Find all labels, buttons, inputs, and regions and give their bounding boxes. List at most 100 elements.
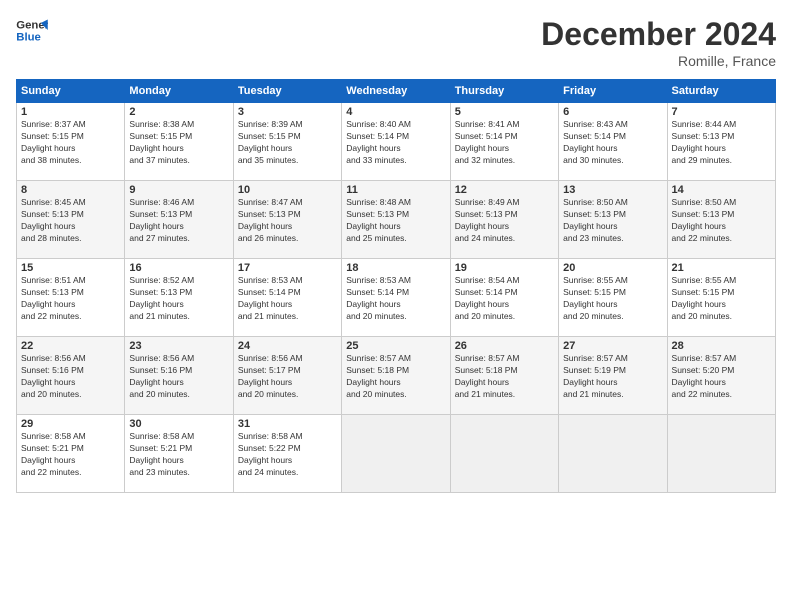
cell-info: Sunrise: 8:58 AMSunset: 5:22 PMDaylight … [238, 431, 337, 479]
day-number: 2 [129, 106, 228, 118]
calendar-cell: 24Sunrise: 8:56 AMSunset: 5:17 PMDayligh… [233, 337, 341, 415]
day-number: 27 [563, 340, 662, 352]
cell-info: Sunrise: 8:37 AMSunset: 5:15 PMDaylight … [21, 119, 120, 167]
day-number: 22 [21, 340, 120, 352]
cell-info: Sunrise: 8:39 AMSunset: 5:15 PMDaylight … [238, 119, 337, 167]
day-number: 26 [455, 340, 554, 352]
calendar-cell [342, 415, 450, 493]
calendar-cell: 18Sunrise: 8:53 AMSunset: 5:14 PMDayligh… [342, 259, 450, 337]
day-number: 25 [346, 340, 445, 352]
day-number: 29 [21, 418, 120, 430]
header-row: SundayMondayTuesdayWednesdayThursdayFrid… [17, 80, 776, 103]
calendar-cell: 19Sunrise: 8:54 AMSunset: 5:14 PMDayligh… [450, 259, 558, 337]
day-number: 17 [238, 262, 337, 274]
day-number: 28 [672, 340, 771, 352]
day-number: 5 [455, 106, 554, 118]
title-block: December 2024 Romille, France [541, 16, 776, 69]
calendar-row: 15Sunrise: 8:51 AMSunset: 5:13 PMDayligh… [17, 259, 776, 337]
calendar-cell: 8Sunrise: 8:45 AMSunset: 5:13 PMDaylight… [17, 181, 125, 259]
logo: General Blue [16, 16, 48, 44]
cell-info: Sunrise: 8:40 AMSunset: 5:14 PMDaylight … [346, 119, 445, 167]
month-title: December 2024 [541, 16, 776, 53]
calendar-row: 8Sunrise: 8:45 AMSunset: 5:13 PMDaylight… [17, 181, 776, 259]
calendar-cell: 14Sunrise: 8:50 AMSunset: 5:13 PMDayligh… [667, 181, 775, 259]
calendar-row: 22Sunrise: 8:56 AMSunset: 5:16 PMDayligh… [17, 337, 776, 415]
calendar-cell: 6Sunrise: 8:43 AMSunset: 5:14 PMDaylight… [559, 103, 667, 181]
calendar-cell: 28Sunrise: 8:57 AMSunset: 5:20 PMDayligh… [667, 337, 775, 415]
cell-info: Sunrise: 8:56 AMSunset: 5:16 PMDaylight … [129, 353, 228, 401]
day-number: 4 [346, 106, 445, 118]
calendar-cell: 31Sunrise: 8:58 AMSunset: 5:22 PMDayligh… [233, 415, 341, 493]
cell-info: Sunrise: 8:38 AMSunset: 5:15 PMDaylight … [129, 119, 228, 167]
cell-info: Sunrise: 8:43 AMSunset: 5:14 PMDaylight … [563, 119, 662, 167]
calendar-row: 29Sunrise: 8:58 AMSunset: 5:21 PMDayligh… [17, 415, 776, 493]
col-header-thursday: Thursday [450, 80, 558, 103]
cell-info: Sunrise: 8:55 AMSunset: 5:15 PMDaylight … [563, 275, 662, 323]
cell-info: Sunrise: 8:57 AMSunset: 5:18 PMDaylight … [346, 353, 445, 401]
calendar-cell: 1Sunrise: 8:37 AMSunset: 5:15 PMDaylight… [17, 103, 125, 181]
calendar-cell: 3Sunrise: 8:39 AMSunset: 5:15 PMDaylight… [233, 103, 341, 181]
cell-info: Sunrise: 8:46 AMSunset: 5:13 PMDaylight … [129, 197, 228, 245]
day-number: 14 [672, 184, 771, 196]
cell-info: Sunrise: 8:47 AMSunset: 5:13 PMDaylight … [238, 197, 337, 245]
calendar-cell: 12Sunrise: 8:49 AMSunset: 5:13 PMDayligh… [450, 181, 558, 259]
calendar-cell: 21Sunrise: 8:55 AMSunset: 5:15 PMDayligh… [667, 259, 775, 337]
calendar-cell [450, 415, 558, 493]
calendar-cell: 2Sunrise: 8:38 AMSunset: 5:15 PMDaylight… [125, 103, 233, 181]
day-number: 15 [21, 262, 120, 274]
calendar-cell: 9Sunrise: 8:46 AMSunset: 5:13 PMDaylight… [125, 181, 233, 259]
page: General Blue December 2024 Romille, Fran… [0, 0, 792, 612]
calendar-cell: 4Sunrise: 8:40 AMSunset: 5:14 PMDaylight… [342, 103, 450, 181]
cell-info: Sunrise: 8:57 AMSunset: 5:20 PMDaylight … [672, 353, 771, 401]
col-header-sunday: Sunday [17, 80, 125, 103]
calendar-cell: 16Sunrise: 8:52 AMSunset: 5:13 PMDayligh… [125, 259, 233, 337]
calendar-cell: 15Sunrise: 8:51 AMSunset: 5:13 PMDayligh… [17, 259, 125, 337]
day-number: 16 [129, 262, 228, 274]
day-number: 13 [563, 184, 662, 196]
day-number: 23 [129, 340, 228, 352]
day-number: 12 [455, 184, 554, 196]
calendar-cell: 17Sunrise: 8:53 AMSunset: 5:14 PMDayligh… [233, 259, 341, 337]
col-header-tuesday: Tuesday [233, 80, 341, 103]
day-number: 8 [21, 184, 120, 196]
cell-info: Sunrise: 8:56 AMSunset: 5:17 PMDaylight … [238, 353, 337, 401]
cell-info: Sunrise: 8:53 AMSunset: 5:14 PMDaylight … [238, 275, 337, 323]
day-number: 30 [129, 418, 228, 430]
calendar-cell: 7Sunrise: 8:44 AMSunset: 5:13 PMDaylight… [667, 103, 775, 181]
calendar-cell [559, 415, 667, 493]
calendar-cell: 22Sunrise: 8:56 AMSunset: 5:16 PMDayligh… [17, 337, 125, 415]
cell-info: Sunrise: 8:57 AMSunset: 5:18 PMDaylight … [455, 353, 554, 401]
cell-info: Sunrise: 8:41 AMSunset: 5:14 PMDaylight … [455, 119, 554, 167]
calendar-cell: 26Sunrise: 8:57 AMSunset: 5:18 PMDayligh… [450, 337, 558, 415]
calendar-cell [667, 415, 775, 493]
cell-info: Sunrise: 8:58 AMSunset: 5:21 PMDaylight … [129, 431, 228, 479]
cell-info: Sunrise: 8:58 AMSunset: 5:21 PMDaylight … [21, 431, 120, 479]
cell-info: Sunrise: 8:48 AMSunset: 5:13 PMDaylight … [346, 197, 445, 245]
day-number: 31 [238, 418, 337, 430]
day-number: 18 [346, 262, 445, 274]
cell-info: Sunrise: 8:56 AMSunset: 5:16 PMDaylight … [21, 353, 120, 401]
cell-info: Sunrise: 8:45 AMSunset: 5:13 PMDaylight … [21, 197, 120, 245]
day-number: 19 [455, 262, 554, 274]
calendar-row: 1Sunrise: 8:37 AMSunset: 5:15 PMDaylight… [17, 103, 776, 181]
day-number: 3 [238, 106, 337, 118]
calendar-cell: 20Sunrise: 8:55 AMSunset: 5:15 PMDayligh… [559, 259, 667, 337]
calendar-table: SundayMondayTuesdayWednesdayThursdayFrid… [16, 79, 776, 493]
calendar-cell: 29Sunrise: 8:58 AMSunset: 5:21 PMDayligh… [17, 415, 125, 493]
cell-info: Sunrise: 8:44 AMSunset: 5:13 PMDaylight … [672, 119, 771, 167]
header: General Blue December 2024 Romille, Fran… [16, 16, 776, 69]
day-number: 24 [238, 340, 337, 352]
day-number: 7 [672, 106, 771, 118]
day-number: 10 [238, 184, 337, 196]
col-header-saturday: Saturday [667, 80, 775, 103]
calendar-cell: 23Sunrise: 8:56 AMSunset: 5:16 PMDayligh… [125, 337, 233, 415]
calendar-cell: 11Sunrise: 8:48 AMSunset: 5:13 PMDayligh… [342, 181, 450, 259]
cell-info: Sunrise: 8:53 AMSunset: 5:14 PMDaylight … [346, 275, 445, 323]
svg-text:Blue: Blue [16, 32, 41, 44]
calendar-cell: 30Sunrise: 8:58 AMSunset: 5:21 PMDayligh… [125, 415, 233, 493]
col-header-friday: Friday [559, 80, 667, 103]
calendar-cell: 5Sunrise: 8:41 AMSunset: 5:14 PMDaylight… [450, 103, 558, 181]
cell-info: Sunrise: 8:50 AMSunset: 5:13 PMDaylight … [563, 197, 662, 245]
calendar-cell: 25Sunrise: 8:57 AMSunset: 5:18 PMDayligh… [342, 337, 450, 415]
day-number: 1 [21, 106, 120, 118]
